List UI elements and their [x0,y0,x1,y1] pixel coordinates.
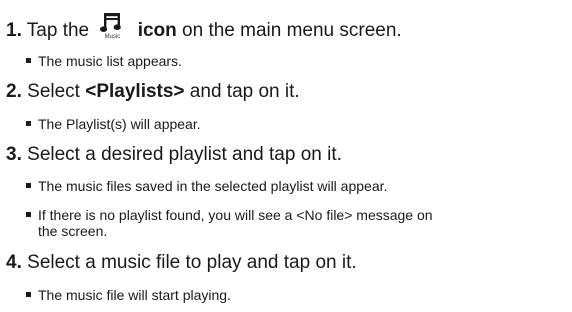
bullet-item: If there is no playlist found, you will … [26,207,433,239]
step-4: 4. Select a music file to play and tap o… [6,252,357,274]
bullet-square [26,292,31,297]
bullet-item: The music files saved in the selected pl… [26,178,387,194]
step-bold-text: icon [137,20,177,41]
bullet-square [26,183,31,188]
bullet-square [26,58,31,63]
step-text-end: on the main menu screen. [176,20,402,41]
step-2: 2. Select <Playlists> and tap on it. [6,81,300,103]
music-icon: Music [98,12,126,42]
bullet-square [26,212,31,217]
bullet-text: The music file will start playing. [38,287,231,303]
step-bold-text: <Playlists> [85,81,185,102]
step-number: 2. [6,81,22,102]
instruction-document: 1. Tap the Music icon on the main menu s… [0,0,572,312]
step-number: 3. [6,144,22,165]
bullet-square [26,121,31,126]
step-text: Select [27,81,86,102]
bullet-text: The music files saved in the selected pl… [38,178,388,194]
bullet-text-continuation: the screen. [38,223,108,239]
step-text-end: and tap on it. [184,81,300,102]
music-note-glyph [100,13,122,32]
step-3: 3. Select a desired playlist and tap on … [6,144,342,166]
bullet-text: The music list appears. [38,53,182,69]
bullet-item: The Playlist(s) will appear. [26,116,201,132]
step-text: Select a desired playlist and tap on it. [27,144,342,165]
music-icon-caption: Music [104,34,121,40]
step-number: 4. [6,252,22,273]
bullet-item: The music file will start playing. [26,287,231,303]
bullet-text: If there is no playlist found, you will … [38,207,433,223]
step-text: Tap the [26,20,90,41]
bullet-text: The Playlist(s) will appear. [38,116,201,132]
step-text: Select a music file to play and tap on i… [27,252,357,273]
step-number: 1. [6,20,22,41]
step-1: 1. Tap the Music icon on the main menu s… [6,12,402,42]
bullet-item: The music list appears. [26,53,182,69]
